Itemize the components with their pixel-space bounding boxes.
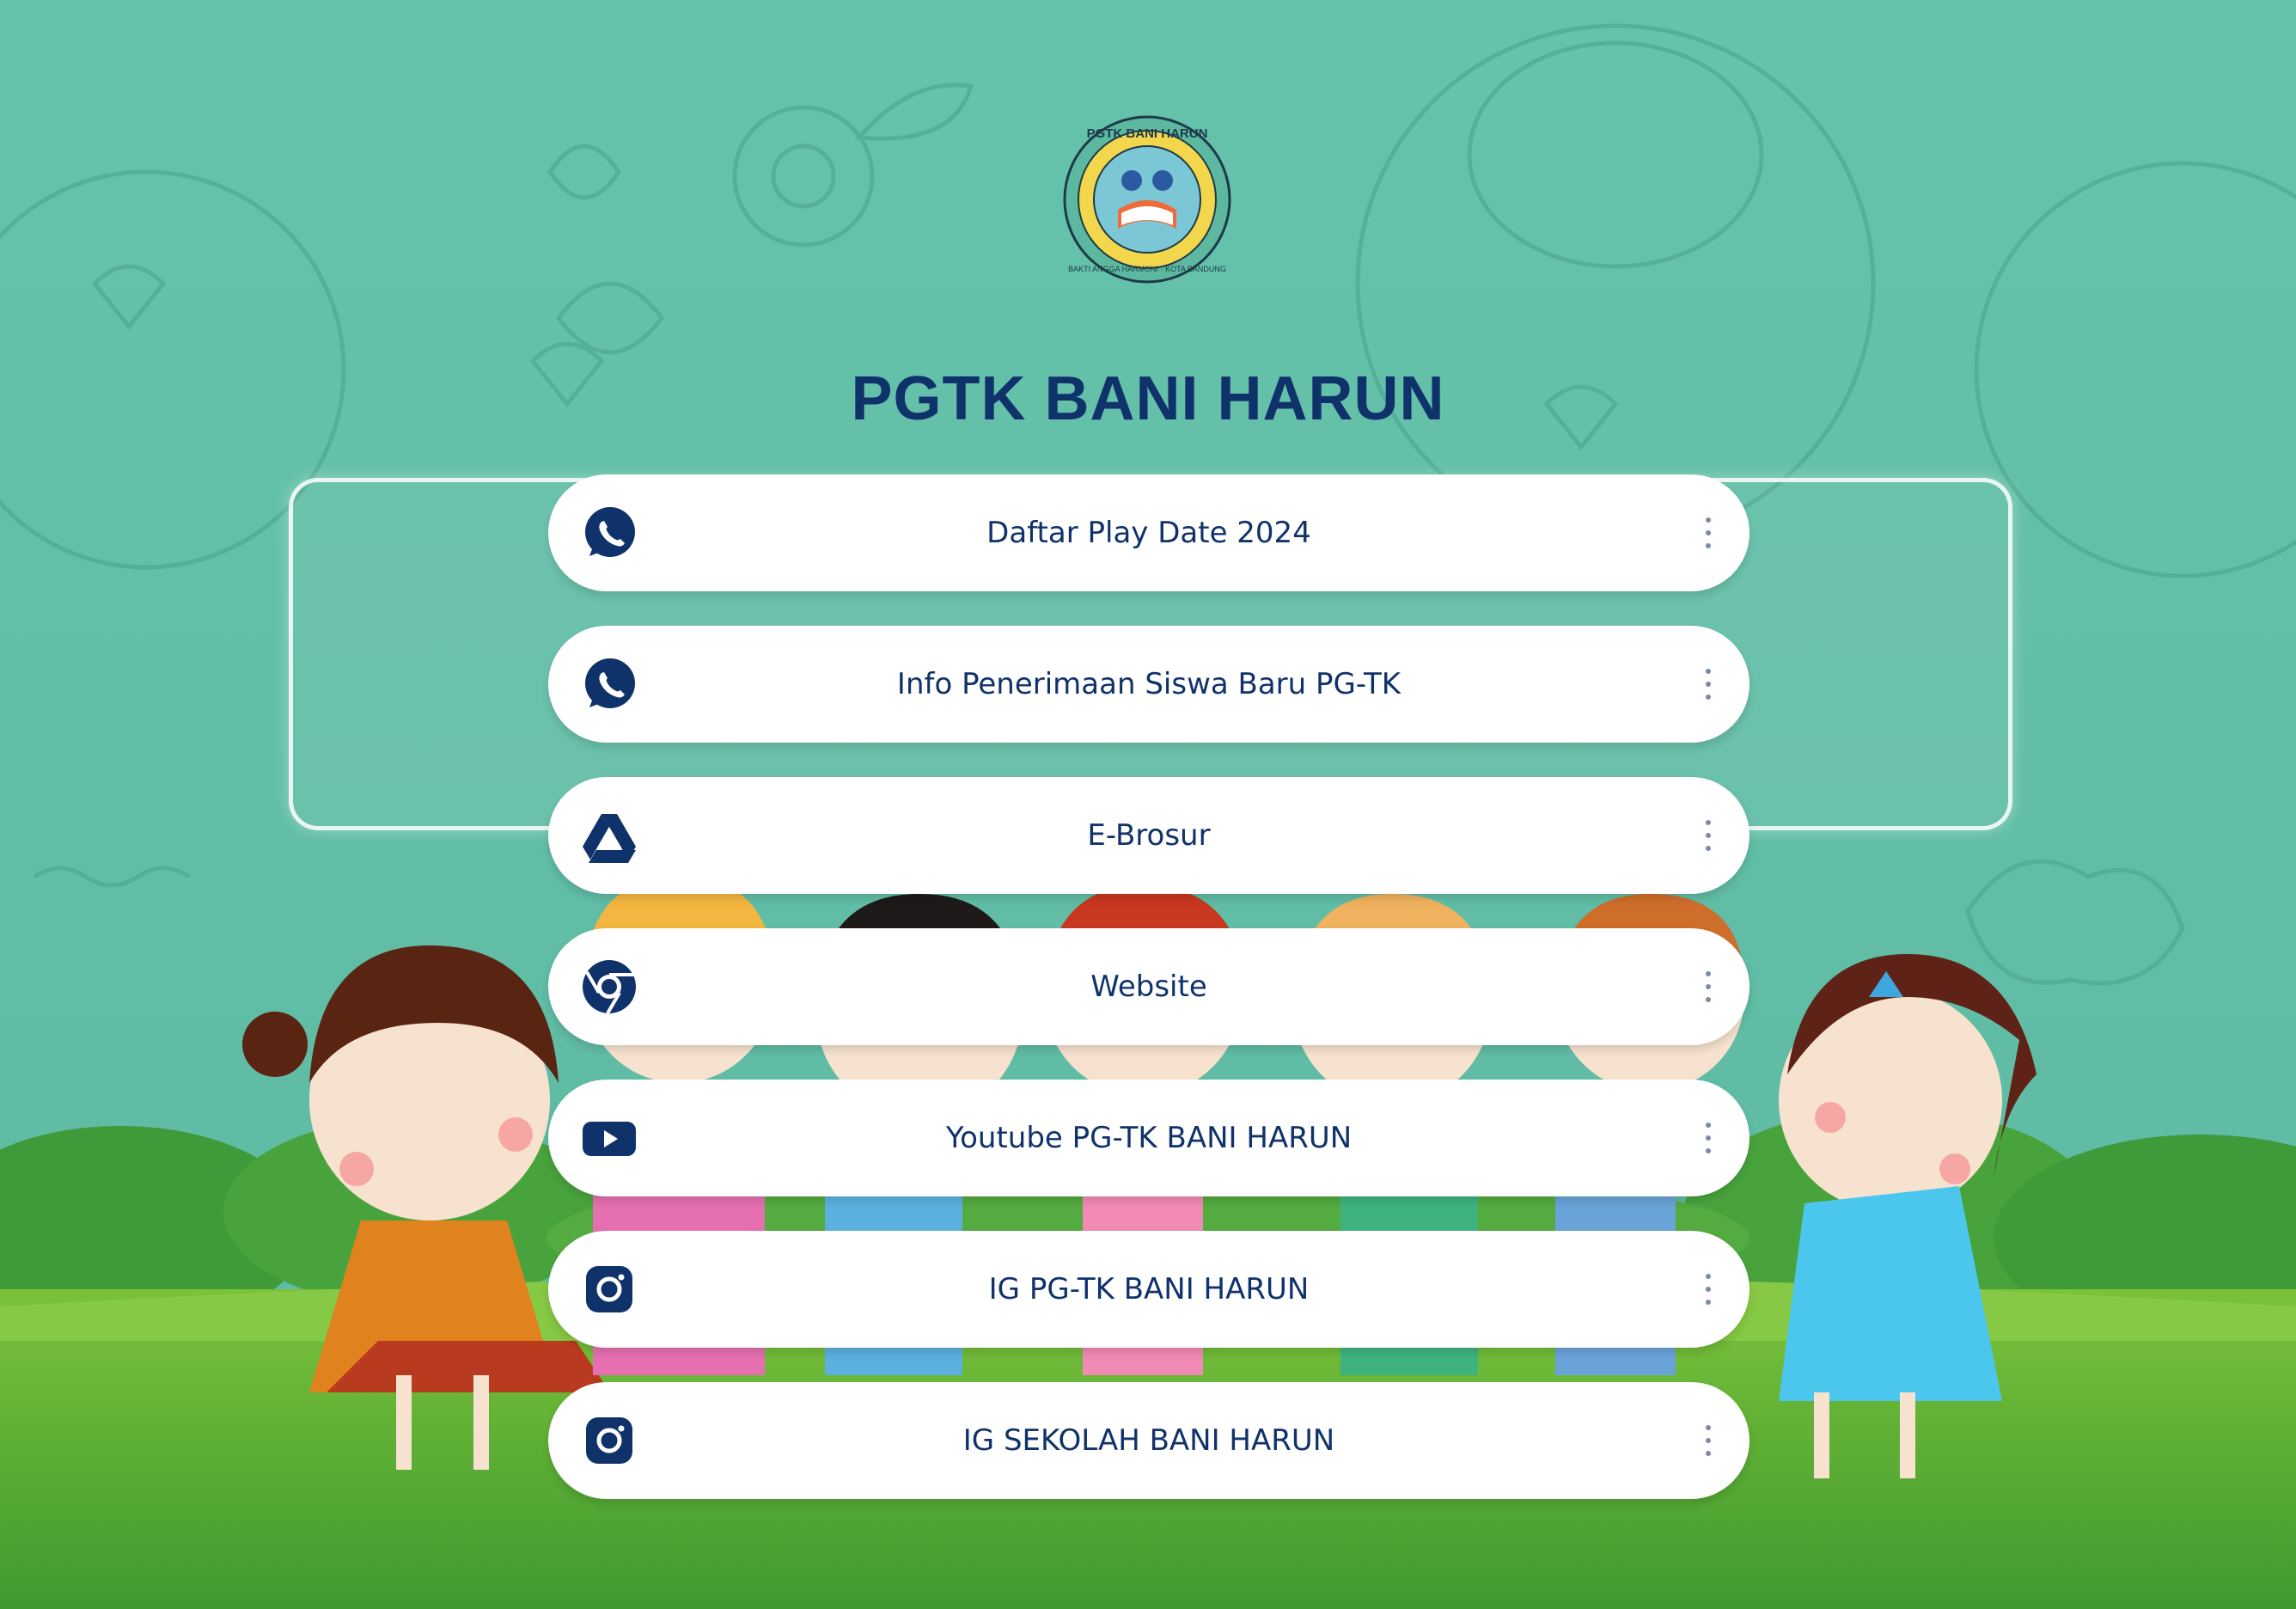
link-website[interactable]: Website: [548, 928, 1749, 1045]
page-title: PGTK BANI HARUN: [851, 364, 1445, 434]
link-label: Youtube PG-TK BANI HARUN: [945, 1121, 1353, 1155]
chrome-icon: [581, 958, 638, 1015]
link-label: IG SEKOLAH BANI HARUN: [962, 1423, 1335, 1458]
google-drive-icon: [581, 807, 638, 864]
link-ig-sekolah[interactable]: IG SEKOLAH BANI HARUN: [548, 1382, 1749, 1499]
more-options-icon[interactable]: [1701, 669, 1715, 700]
more-options-icon[interactable]: [1701, 820, 1715, 851]
more-options-icon[interactable]: [1701, 1123, 1715, 1153]
more-options-icon[interactable]: [1701, 1425, 1715, 1456]
more-options-icon[interactable]: [1701, 971, 1715, 1002]
instagram-icon: [581, 1412, 638, 1469]
link-e-brosur[interactable]: E-Brosur: [548, 777, 1749, 894]
whatsapp-icon: [581, 656, 638, 713]
link-label: E-Brosur: [1087, 818, 1211, 853]
whatsapp-icon: [581, 505, 638, 561]
more-options-icon[interactable]: [1701, 517, 1715, 548]
link-daftar-play-date[interactable]: Daftar Play Date 2024: [548, 474, 1749, 591]
link-label: Info Penerimaan Siswa Baru PG-TK: [896, 667, 1401, 701]
link-info-penerimaan[interactable]: Info Penerimaan Siswa Baru PG-TK: [548, 626, 1749, 743]
school-logo: PGTK BANI HARUN BAKTI ANGGA HARMONI · KO…: [1063, 115, 1231, 284]
link-ig-pgtk[interactable]: IG PG-TK BANI HARUN: [548, 1231, 1749, 1348]
link-label: IG PG-TK BANI HARUN: [988, 1272, 1310, 1306]
more-options-icon[interactable]: [1701, 1274, 1715, 1305]
link-label: Website: [1090, 970, 1207, 1004]
logo-top-text: PGTK BANI HARUN: [1087, 126, 1208, 141]
instagram-icon: [581, 1261, 638, 1318]
link-youtube[interactable]: Youtube PG-TK BANI HARUN: [548, 1080, 1749, 1196]
youtube-icon: [581, 1110, 638, 1166]
link-label: Daftar Play Date 2024: [986, 516, 1311, 550]
logo-bottom-text: BAKTI ANGGA HARMONI · KOTA BANDUNG: [1068, 265, 1226, 273]
